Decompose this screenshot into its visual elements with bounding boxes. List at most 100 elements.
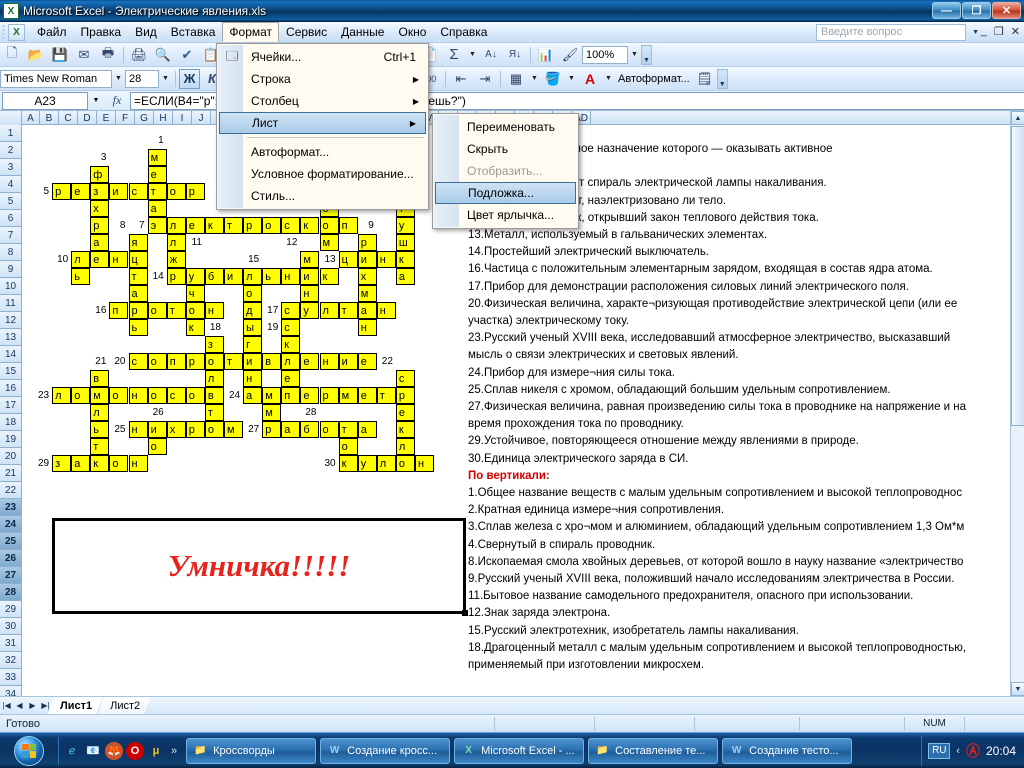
crossword-cell[interactable]: р [52, 183, 72, 200]
crossword-cell[interactable]: т [338, 302, 358, 319]
row-header-23[interactable]: 23 [0, 499, 22, 516]
column-header-g[interactable]: G [135, 111, 154, 125]
column-header-h[interactable]: H [154, 111, 173, 125]
insert-function-icon[interactable]: fx [104, 92, 130, 110]
crossword-cell[interactable]: у [300, 302, 320, 319]
crossword-cell[interactable]: у [395, 217, 415, 234]
autosum-dropdown-icon[interactable]: ▼ [466, 46, 479, 64]
crossword-cell[interactable]: е [357, 387, 377, 404]
crossword-cell[interactable]: ь [71, 268, 91, 285]
fill-color-icon[interactable]: 🪣 [542, 68, 564, 89]
font-size-dropdown-icon[interactable]: ▼ [159, 70, 172, 88]
print-icon[interactable]: 🖶 [97, 44, 119, 65]
row-header-19[interactable]: 19 [0, 431, 22, 448]
opera-icon[interactable]: O [126, 741, 144, 760]
crossword-cell[interactable]: е [357, 353, 377, 370]
crossword-cell[interactable]: р [185, 353, 205, 370]
crossword-cell[interactable]: г [243, 336, 263, 353]
crossword-cell[interactable]: к [395, 421, 415, 438]
chart-wizard-icon[interactable]: 📊 [535, 44, 557, 65]
crossword-cell[interactable]: и [338, 353, 358, 370]
crossword-cell[interactable]: о [395, 455, 415, 472]
taskbar-button[interactable]: 📁 Составление те... [588, 737, 719, 764]
crossword-cell[interactable]: н [109, 251, 129, 268]
first-sheet-button[interactable]: |◀ [0, 698, 13, 713]
language-indicator[interactable]: RU [928, 742, 951, 759]
menu-item-insert[interactable]: Вставка [164, 22, 223, 42]
row-header-31[interactable]: 31 [0, 635, 22, 652]
menu-item-help[interactable]: Справка [433, 22, 494, 42]
crossword-cell[interactable]: ц [128, 251, 148, 268]
crossword-cell[interactable]: р [262, 421, 282, 438]
crossword-cell[interactable]: у [185, 268, 205, 285]
crossword-cell[interactable]: а [357, 302, 377, 319]
crossword-cell[interactable]: я [128, 234, 148, 251]
crossword-cell[interactable]: т [224, 353, 243, 370]
row-header-28[interactable]: 28 [0, 584, 22, 601]
crossword-cell[interactable]: е [395, 404, 415, 421]
crossword-cell[interactable]: н [128, 421, 148, 438]
column-header-j[interactable]: J [192, 111, 211, 125]
sheet-tab-list1[interactable]: Лист1 [48, 697, 102, 714]
crossword-cell[interactable]: м [319, 234, 339, 251]
start-button[interactable] [0, 734, 58, 768]
crossword-cell[interactable]: р [128, 302, 148, 319]
crossword-cell[interactable]: о [204, 353, 224, 370]
crossword-cell[interactable]: в [204, 387, 224, 404]
crossword-cell[interactable]: н [319, 353, 339, 370]
crossword-cell[interactable]: м [338, 387, 358, 404]
crossword-cell[interactable]: о [109, 455, 129, 472]
crossword-cell[interactable]: р [90, 217, 110, 234]
crossword-cell[interactable]: л [166, 234, 186, 251]
crossword-cell[interactable]: ь [128, 319, 148, 336]
crossword-cell[interactable]: о [185, 387, 205, 404]
crossword-cell[interactable]: а [128, 285, 148, 302]
crossword-cell[interactable]: р [185, 183, 205, 200]
result-box[interactable]: Умничка!!!!! [52, 518, 466, 614]
row-header-14[interactable]: 14 [0, 346, 22, 363]
crossword-cell[interactable]: н [204, 302, 224, 319]
crossword-cell[interactable]: ш [395, 234, 415, 251]
row-header-13[interactable]: 13 [0, 329, 22, 346]
crossword-cell[interactable]: б [204, 268, 224, 285]
crossword-cell[interactable]: а [281, 421, 301, 438]
crossword-cell[interactable]: о [243, 285, 263, 302]
borders-icon[interactable]: ▦ [505, 68, 527, 89]
prev-sheet-button[interactable]: ◀ [13, 698, 26, 713]
crossword-cell[interactable]: р [357, 234, 377, 251]
minimize-button[interactable]: — [932, 2, 961, 19]
spellcheck-icon[interactable]: ✔ [176, 44, 198, 65]
crossword-cell[interactable]: э [147, 217, 167, 234]
crossword-cell[interactable]: ц [338, 251, 358, 268]
crossword-cell[interactable]: к [319, 268, 339, 285]
firefox-icon[interactable]: 🦊 [105, 741, 123, 760]
restore-button[interactable]: ❐ [962, 2, 991, 19]
sort-ascending-icon[interactable]: А↓ [480, 44, 502, 65]
row-header-33[interactable]: 33 [0, 669, 22, 686]
crossword-cell[interactable]: з [52, 455, 72, 472]
crossword-cell[interactable]: т [376, 387, 396, 404]
taskbar-button[interactable]: X Microsoft Excel - ... [454, 737, 585, 764]
crossword-cell[interactable]: н [357, 319, 377, 336]
menu-item-window[interactable]: Окно [391, 22, 433, 42]
crossword-cell[interactable]: х [357, 268, 377, 285]
crossword-cell[interactable]: е [185, 217, 205, 234]
font-size-input[interactable]: 28 [125, 69, 159, 88]
crossword-cell[interactable]: е [90, 251, 110, 268]
crossword-cell[interactable]: н [300, 285, 320, 302]
autoformat-button[interactable]: Автоформат... [615, 73, 693, 85]
crossword-cell[interactable]: и [300, 268, 320, 285]
crossword-cell[interactable]: ч [185, 285, 205, 302]
mail-icon[interactable]: ✉ [73, 44, 95, 65]
crossword-cell[interactable]: с [395, 370, 415, 387]
crossword-cell[interactable]: к [204, 217, 224, 234]
crossword-cell[interactable]: к [338, 455, 358, 472]
row-header-24[interactable]: 24 [0, 516, 22, 533]
chevron-down-icon[interactable]: ▼ [972, 29, 979, 36]
fill-color-dropdown-icon[interactable]: ▼ [565, 70, 578, 88]
utorrent-icon[interactable]: μ [147, 742, 165, 760]
crossword-cell[interactable]: т [147, 183, 167, 200]
row-header-6[interactable]: 6 [0, 210, 22, 227]
borders-dropdown-icon[interactable]: ▼ [528, 70, 541, 88]
row-header-2[interactable]: 2 [0, 142, 22, 159]
